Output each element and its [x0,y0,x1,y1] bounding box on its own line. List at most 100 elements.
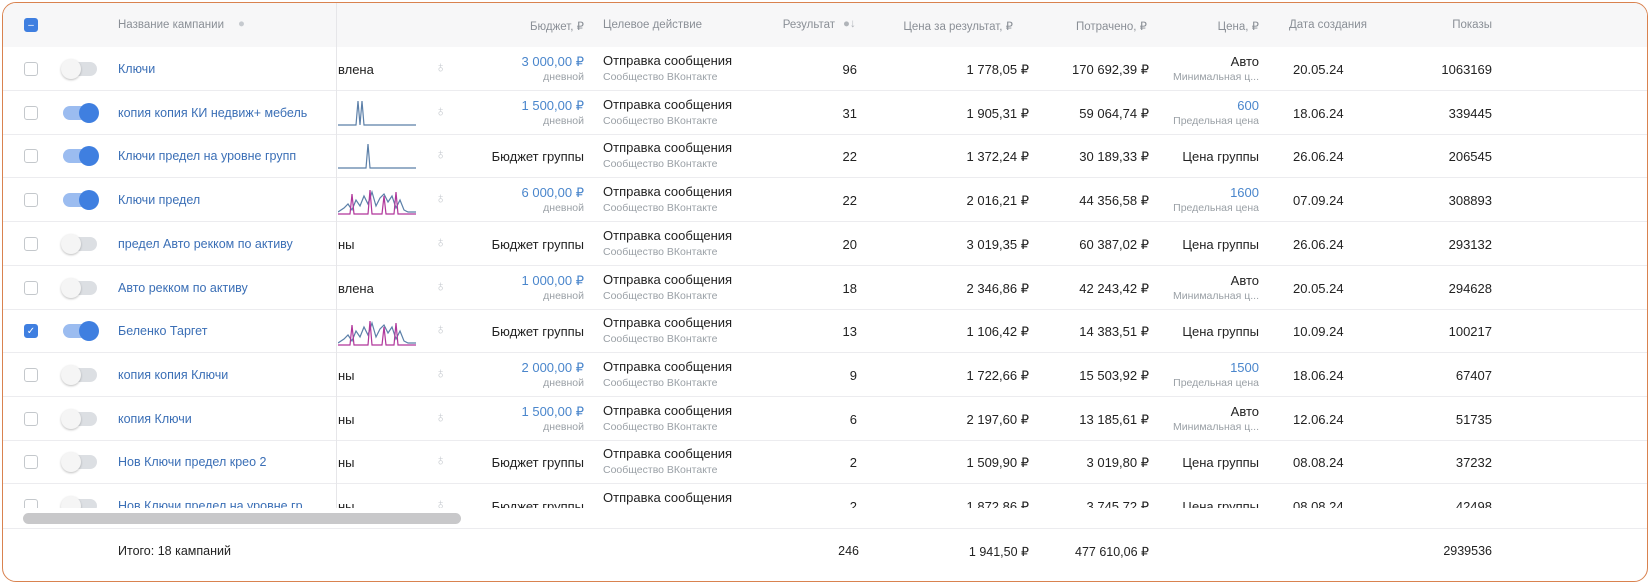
action-title: Отправка сообщения [603,490,733,505]
table-header: – Название кампании ● Бюджет, ₽ Целевое … [3,3,1647,47]
table-row[interactable]: предел Авто рекком по активу ны ♁ Бюджет гр… [3,222,1647,266]
sort-desc-icon[interactable]: ●↓ [843,18,856,30]
budget-value[interactable]: 1 000,00 ₽ [522,273,585,289]
table-row[interactable]: копия копия КИ недвиж+ мебель ♁ 1 500,00 ₽… [3,91,1647,135]
status-text: ны [338,367,355,383]
campaign-name-link[interactable]: копия Ключи [118,412,192,426]
budget-value[interactable]: 6 000,00 ₽ [522,185,585,201]
col-shows[interactable]: Показы [1452,19,1492,31]
row-checkbox[interactable]: ✓ [24,324,38,339]
row-checkbox[interactable] [24,367,38,382]
campaign-name-link[interactable]: Нов Ключи предел крео 2 [118,455,266,469]
row-checkbox[interactable] [24,236,38,251]
budget-value[interactable]: 1 500,00 ₽ [522,98,585,114]
lightbulb-icon[interactable]: ♁ [435,452,446,469]
row-checkbox[interactable] [24,149,38,164]
col-spent[interactable]: Потрачено, ₽ [1076,19,1147,33]
action-title: Отправка сообщения [603,315,733,331]
campaign-toggle[interactable] [61,59,97,79]
date-value: 07.09.24 [1293,193,1344,209]
col-budget[interactable]: Бюджет, ₽ [530,19,584,33]
col-cpr[interactable]: Цена за результат, ₽ [903,19,1013,33]
lightbulb-icon[interactable]: ♁ [435,190,446,207]
price-value[interactable]: 600 [1237,98,1259,113]
row-checkbox[interactable] [24,105,38,120]
date-value: 20.05.24 [1293,280,1344,296]
table-row[interactable]: Нов Ключи предел крео 2 ны ♁ Бюджет группы О… [3,440,1647,485]
budget-value[interactable]: 3 000,00 ₽ [522,54,585,70]
row-checkbox[interactable] [24,411,38,426]
result-value: 18 [842,280,857,296]
lightbulb-icon[interactable]: ♁ [435,234,446,251]
col-result[interactable]: Результат [783,19,835,31]
budget-period: дневной [543,289,584,302]
lightbulb-icon[interactable]: ♁ [435,365,446,382]
action-subtitle: Сообщество ВКонтакте [603,71,718,83]
spent-value: 42 243,42 ₽ [1079,280,1149,296]
lightbulb-icon[interactable]: ♁ [435,103,446,120]
table-row[interactable]: Авто рекком по активу влена ♁ 1 000,00 ₽ дн… [3,266,1647,310]
campaign-name-link[interactable]: Ключи предел [118,193,200,207]
campaign-name-link[interactable]: Ключи [118,62,155,76]
lightbulb-icon[interactable]: ♁ [435,146,446,163]
sticky-column-divider [336,3,337,508]
col-date[interactable]: Дата создания [1289,19,1367,31]
date-value: 12.06.24 [1293,411,1344,427]
campaign-name-link[interactable]: Беленко Таргет [118,324,207,338]
col-action[interactable]: Целевое действие [603,19,702,31]
row-checkbox[interactable] [24,280,38,295]
price-value: Цена группы [1182,499,1259,508]
row-checkbox[interactable] [24,499,38,508]
cpr-value: 1 509,90 ₽ [966,455,1030,471]
result-value: 96 [842,62,857,77]
table-row[interactable]: Ключи влена ♁ 3 000,00 ₽ дневной Отправка со… [3,47,1647,91]
price-value: Авто [1230,403,1259,419]
campaign-toggle[interactable] [61,364,97,385]
table-row[interactable]: копия копия Ключи ны ♁ 2 000,00 ₽ дневной От… [3,353,1647,397]
result-value: 31 [842,105,857,121]
table-row[interactable]: Нов Ключи предел на уровне гр... ны ♁ Бюдже… [3,484,1647,508]
table-row[interactable]: Ключи предел ♁ 6 000,00 ₽ дневной Отправка … [3,178,1647,223]
campaign-toggle[interactable] [61,408,97,429]
campaign-toggle[interactable] [61,277,97,298]
budget-value[interactable]: 2 000,00 ₽ [522,360,585,376]
price-value[interactable]: 1600 [1230,185,1259,200]
row-checkbox[interactable] [24,62,38,76]
col-price[interactable]: Цена, ₽ [1218,19,1259,33]
campaign-toggle[interactable] [63,146,99,167]
campaign-name-link[interactable]: Ключи предел на уровне групп [118,149,296,163]
lightbulb-icon[interactable]: ♁ [435,278,446,295]
campaign-toggle[interactable] [61,496,97,508]
budget-period: дневной [543,202,584,215]
row-checkbox[interactable] [24,455,38,470]
action-title: Отправка сообщения [603,446,733,462]
spent-value: 60 387,02 ₽ [1079,236,1149,252]
horizontal-scrollbar[interactable] [23,513,461,524]
budget-period: дневной [543,71,584,83]
price-value[interactable]: 1500 [1230,360,1259,375]
lightbulb-icon[interactable]: ♁ [435,409,446,426]
campaign-toggle[interactable] [63,321,99,342]
campaign-toggle[interactable] [63,102,99,123]
campaign-toggle[interactable] [61,233,97,254]
campaign-name-link[interactable]: предел Авто рекком по активу [118,237,293,251]
action-subtitle: Сообщество ВКонтакте [603,158,718,171]
table-row[interactable]: копия Ключи ны ♁ 1 500,00 ₽ дневной Отправка… [3,397,1647,441]
lightbulb-icon[interactable]: ♁ [435,321,446,338]
table-row[interactable]: ✓ Беленко Таргет ♁ Бюджет группы Отправка с… [3,309,1647,354]
campaign-name-link[interactable]: копия копия Ключи [118,368,228,382]
campaign-toggle[interactable] [61,452,97,473]
row-checkbox[interactable] [24,193,38,208]
campaign-toggle[interactable] [63,190,99,211]
lightbulb-icon[interactable]: ♁ [435,59,446,76]
col-name[interactable]: Название кампании [118,19,224,31]
total-result: 246 [838,544,859,558]
select-all-checkbox[interactable]: – [24,18,38,32]
campaign-name-link[interactable]: копия копия КИ недвиж+ мебель [118,106,307,120]
table-row[interactable]: Ключи предел на уровне групп ♁ Бюджет груп… [3,134,1647,179]
shows-value: 37232 [1455,455,1492,471]
campaign-name-link[interactable]: Нов Ключи предел на уровне гр... [118,499,313,508]
campaign-name-link[interactable]: Авто рекком по активу [118,281,248,295]
lightbulb-icon[interactable]: ♁ [435,496,446,508]
budget-value[interactable]: 1 500,00 ₽ [522,404,585,420]
